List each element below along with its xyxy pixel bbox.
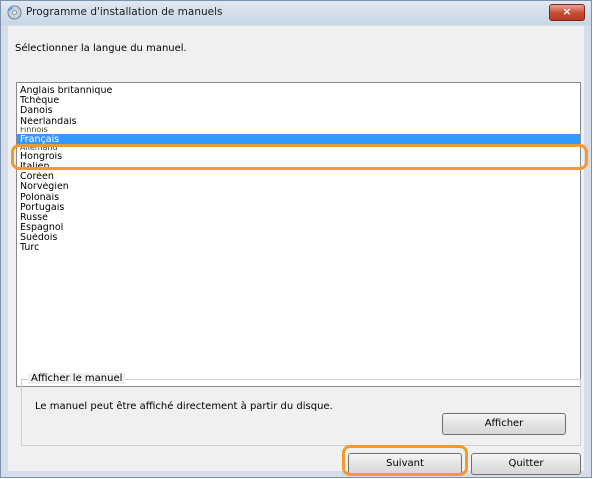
list-item[interactable]: Danois: [17, 106, 580, 116]
quit-button[interactable]: Quitter: [471, 453, 581, 475]
title-bar[interactable]: Programme d'installation de manuels ×: [1, 1, 591, 25]
view-manual-group: Afficher le manuel Le manuel peut être a…: [21, 373, 581, 446]
list-item[interactable]: Anglais britannique: [17, 86, 580, 96]
list-item[interactable]: Russe: [17, 213, 580, 223]
list-item[interactable]: Coréen: [17, 172, 580, 182]
list-item[interactable]: Tchèque: [17, 96, 580, 106]
list-item[interactable]: Espagnol: [17, 223, 580, 233]
list-item-selected[interactable]: Français: [17, 133, 580, 145]
list-item[interactable]: Norvégien: [17, 182, 580, 192]
list-item[interactable]: Néerlandais: [17, 117, 580, 127]
installer-window: Programme d'installation de manuels × Sé…: [0, 0, 592, 478]
list-item[interactable]: Hongrois: [17, 152, 580, 162]
language-prompt: Sélectionner la langue du manuel.: [15, 43, 187, 54]
window-title: Programme d'installation de manuels: [26, 6, 223, 18]
list-item[interactable]: Finnois: [17, 127, 580, 134]
list-item[interactable]: Portugais: [17, 203, 580, 213]
view-manual-button[interactable]: Afficher: [442, 413, 566, 435]
close-button[interactable]: ×: [549, 4, 585, 21]
language-listbox[interactable]: Anglais britannique Tchèque Danois Néerl…: [16, 82, 581, 387]
group-label: Afficher le manuel: [28, 373, 126, 384]
next-button[interactable]: Suivant: [348, 453, 462, 475]
list-item[interactable]: Turc: [17, 243, 580, 253]
dialog-client-area: Sélectionner la langue du manuel. Anglai…: [8, 26, 584, 475]
list-item[interactable]: Italien: [17, 162, 580, 172]
disc-icon: [7, 5, 22, 20]
list-item[interactable]: Allemand: [17, 145, 580, 152]
group-description: Le manuel peut être affiché directement …: [35, 401, 333, 412]
list-item[interactable]: Suédois: [17, 233, 580, 243]
list-item[interactable]: Polonais: [17, 193, 580, 203]
